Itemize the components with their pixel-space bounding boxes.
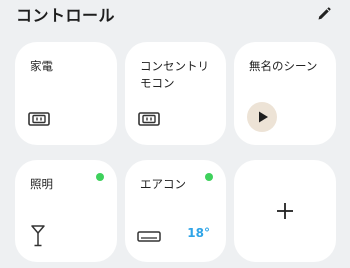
card-appliances[interactable]: 家電 (15, 42, 117, 145)
page-title: コントロール (16, 6, 116, 25)
card-lighting[interactable]: 照明 (15, 160, 117, 262)
card-outlet-remote[interactable]: コンセントリ モコン (125, 42, 226, 145)
card-label: 家電 (30, 59, 53, 73)
card-label: 照明 (30, 177, 53, 191)
temperature-readout: 18° (187, 226, 210, 240)
card-air-conditioner[interactable]: エアコン 18° (125, 160, 226, 262)
air-conditioner-icon (137, 231, 161, 242)
outlet-icon (138, 112, 160, 126)
header: コントロール (0, 0, 350, 30)
pencil-icon (318, 7, 331, 20)
status-dot-on (96, 173, 104, 181)
outlet-icon (28, 112, 50, 126)
add-card-button[interactable] (234, 160, 336, 262)
edit-button[interactable] (316, 6, 332, 22)
card-label: エアコン (140, 177, 186, 191)
plus-icon (277, 203, 293, 219)
status-dot-on (205, 173, 213, 181)
card-scene[interactable]: 無名のシーン (234, 42, 336, 145)
play-icon (259, 111, 268, 123)
card-label: コンセントリ モコン (140, 59, 209, 90)
card-label: 無名のシーン (249, 59, 318, 73)
lamp-icon (31, 225, 45, 247)
play-button[interactable] (247, 102, 277, 132)
